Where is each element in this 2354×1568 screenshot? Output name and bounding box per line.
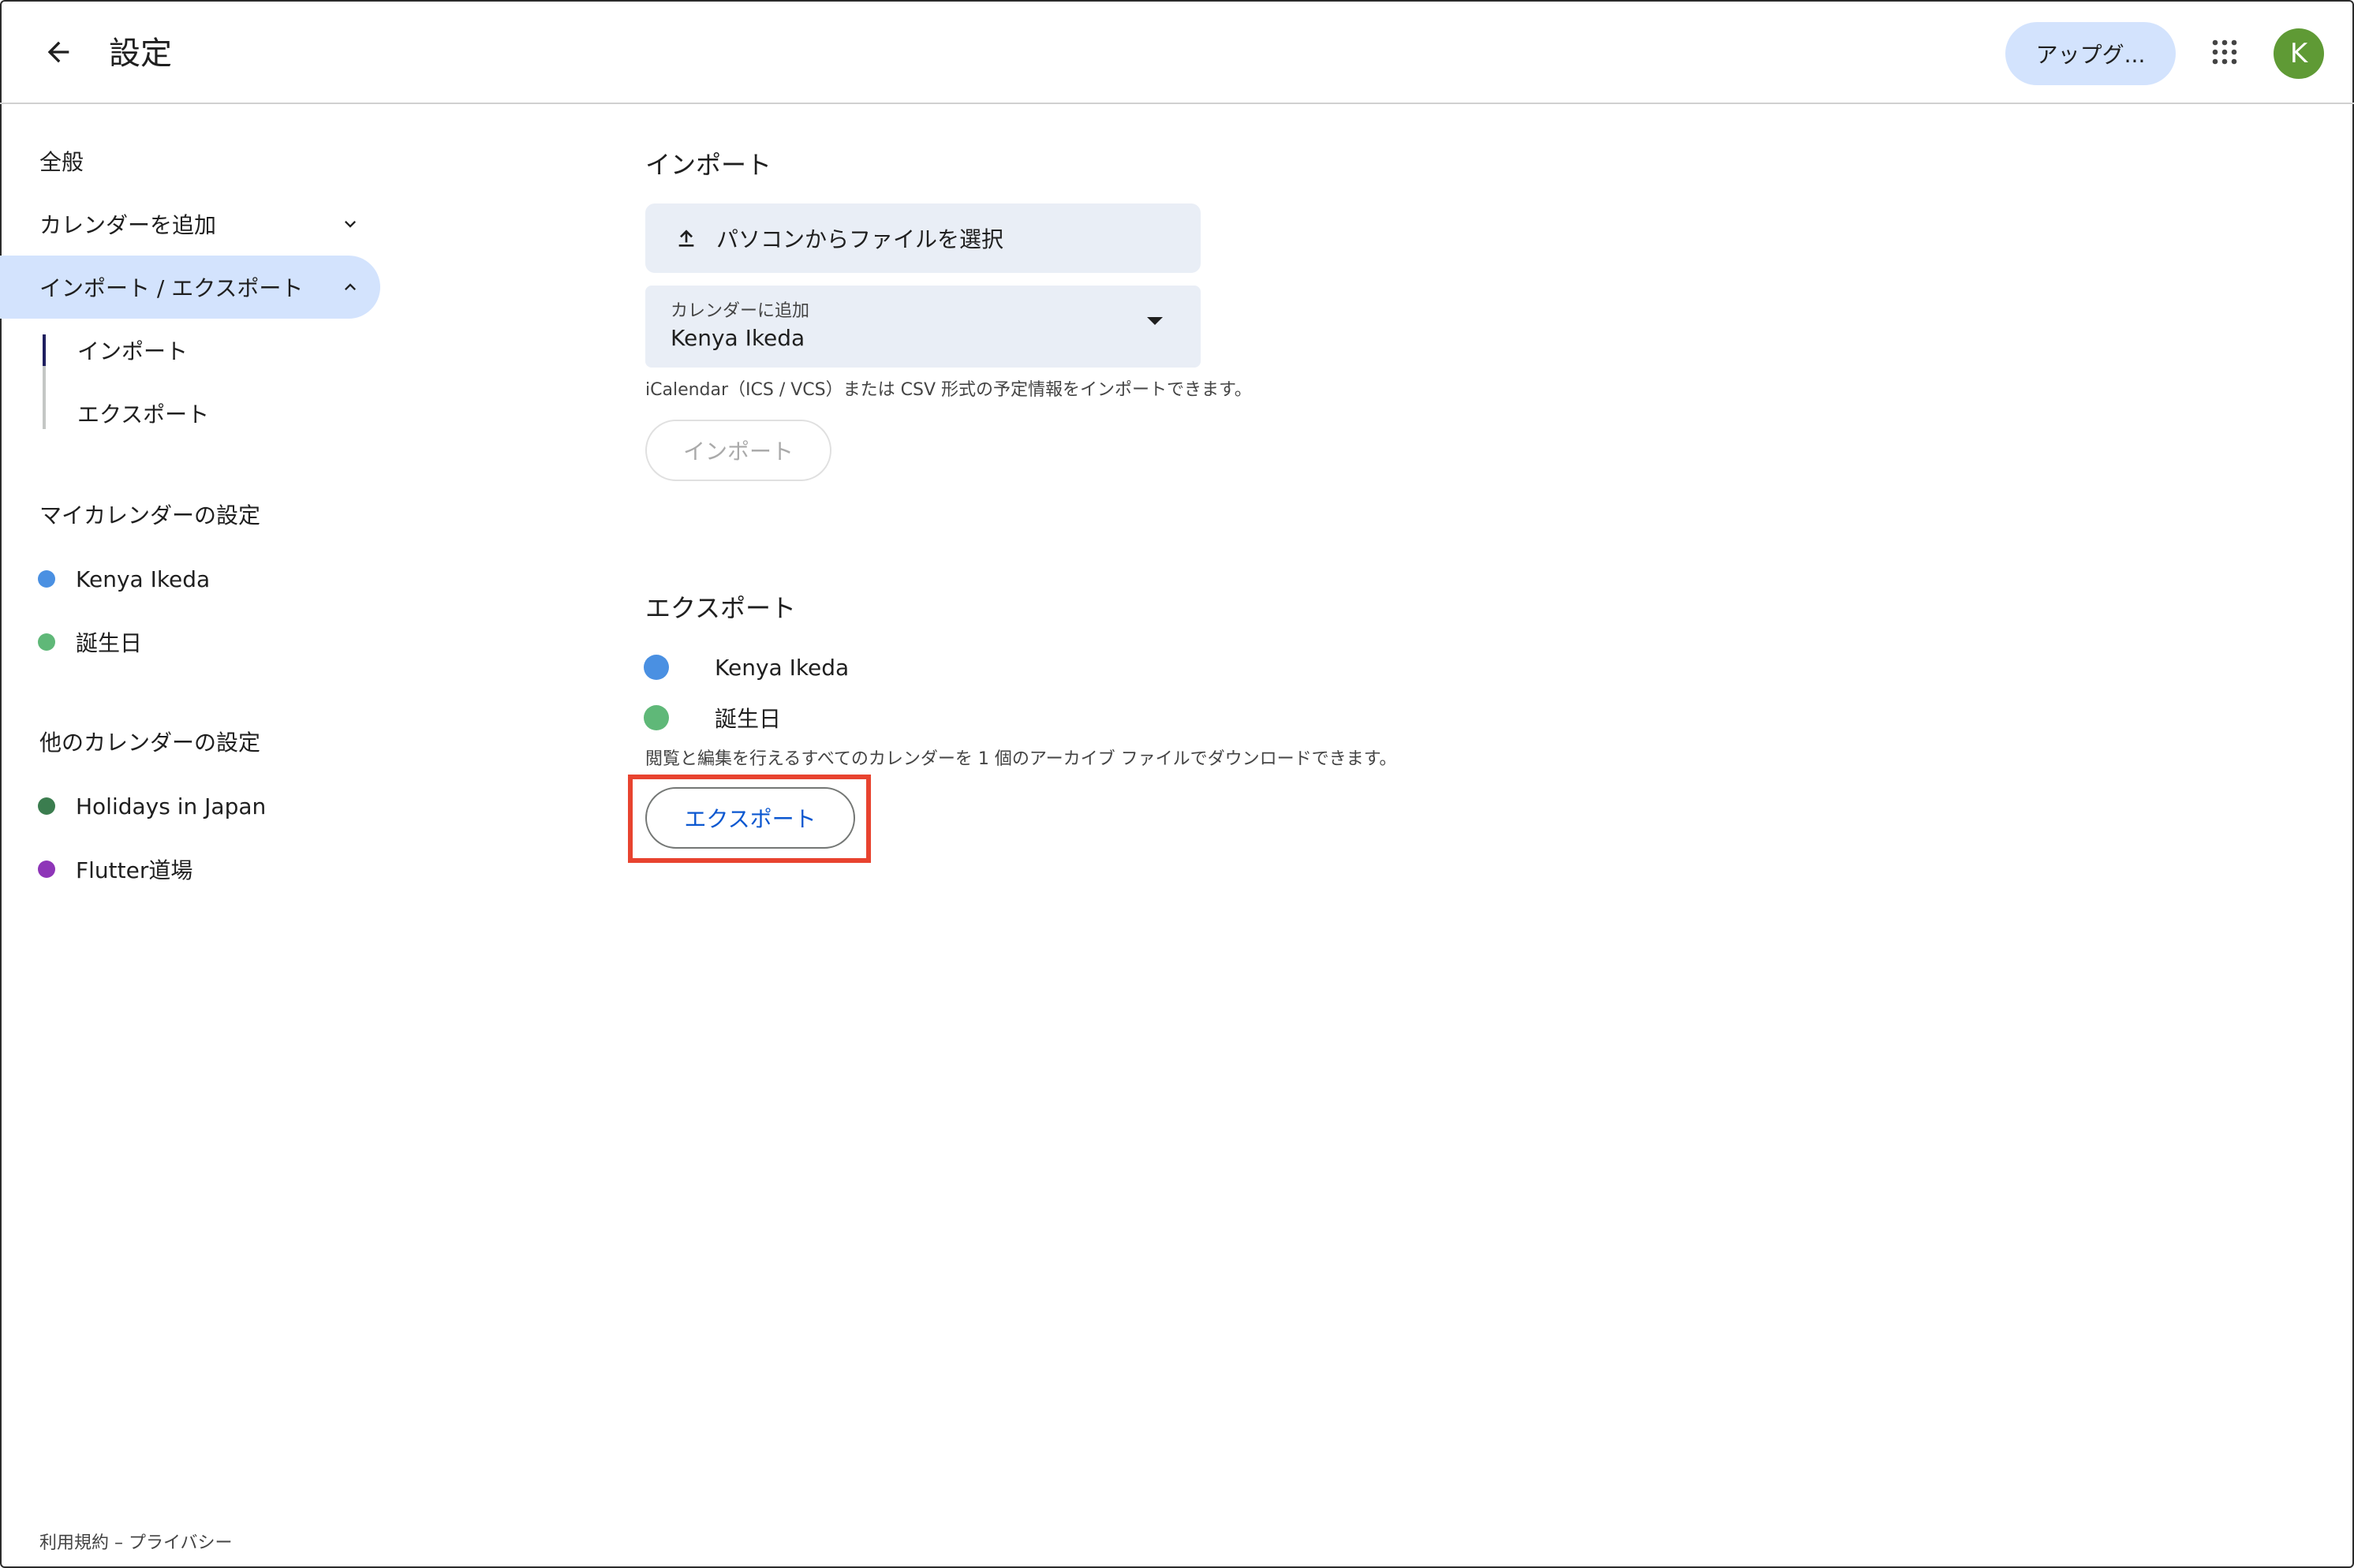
export-button[interactable]: エクスポート xyxy=(645,787,855,849)
sidebar: 全般 カレンダーを追加 インポート / エクスポート インポート エクスポート … xyxy=(0,104,426,1568)
calendar-color-dot xyxy=(38,633,55,651)
select-label: カレンダーに追加 xyxy=(671,301,810,321)
apps-button[interactable] xyxy=(2201,30,2248,77)
sidebar-calendar-birthdays[interactable]: 誕生日 xyxy=(38,618,142,666)
calendar-color-dot xyxy=(38,797,55,815)
sidebar-item-label: エクスポート xyxy=(77,401,210,427)
back-button[interactable] xyxy=(35,30,82,77)
calendar-label: 誕生日 xyxy=(76,630,143,656)
calendar-label: Kenya Ikeda xyxy=(715,654,850,681)
calendar-color-dot xyxy=(644,705,669,730)
sidebar-item-general[interactable]: 全般 xyxy=(0,129,380,192)
dropdown-arrow-icon xyxy=(1147,317,1163,325)
select-value: Kenya Ikeda xyxy=(671,325,805,351)
chevron-up-icon xyxy=(334,271,366,303)
export-hint: 閲覧と編集を行えるすべてのカレンダーを 1 個のアーカイブ ファイルでダウンロー… xyxy=(645,749,1397,769)
sidebar-calendar-kenya-ikeda[interactable]: Kenya Ikeda xyxy=(38,555,210,603)
my-calendars-title: マイカレンダーの設定 xyxy=(39,502,261,528)
sidebar-item-add-calendar[interactable]: カレンダーを追加 xyxy=(0,192,380,256)
calendar-color-dot xyxy=(38,861,55,878)
sidebar-item-label: インポート xyxy=(77,338,189,364)
add-to-calendar-select[interactable]: カレンダーに追加 Kenya Ikeda xyxy=(645,286,1201,368)
calendar-label: Kenya Ikeda xyxy=(76,566,211,592)
export-calendar-kenya-ikeda: Kenya Ikeda xyxy=(644,645,849,689)
chevron-down-icon xyxy=(334,208,366,240)
sidebar-calendar-flutter-dojo[interactable]: Flutter道場 xyxy=(38,846,192,893)
sidebar-item-label: 全般 xyxy=(39,149,84,175)
calendar-color-dot xyxy=(644,655,669,680)
sidebar-item-label: インポート / エクスポート xyxy=(39,275,304,301)
import-section-title: インポート xyxy=(645,150,772,180)
header: 設定 アップグ... K xyxy=(0,0,2354,104)
avatar[interactable]: K xyxy=(2274,28,2324,79)
select-file-button[interactable]: パソコンからファイルを選択 xyxy=(645,203,1201,273)
import-hint: iCalendar（ICS / VCS）または CSV 形式の予定情報をインポー… xyxy=(645,380,1252,400)
upgrade-button[interactable]: アップグ... xyxy=(2005,22,2176,85)
calendar-color-dot xyxy=(38,570,55,588)
select-file-label: パソコンからファイルを選択 xyxy=(716,226,1004,252)
calendar-label: Flutter道場 xyxy=(76,857,193,883)
sidebar-subitem-export[interactable]: エクスポート xyxy=(43,382,358,445)
sidebar-item-import-export[interactable]: インポート / エクスポート xyxy=(0,256,380,319)
import-button[interactable]: インポート xyxy=(645,420,831,481)
sidebar-subitem-import[interactable]: インポート xyxy=(43,319,358,382)
calendar-label: 誕生日 xyxy=(715,706,782,732)
page-title: 設定 xyxy=(109,35,172,72)
apps-grid-icon xyxy=(2210,38,2239,69)
footer-links[interactable]: 利用規約 – プライバシー xyxy=(39,1529,233,1554)
sidebar-item-label: カレンダーを追加 xyxy=(39,212,217,238)
export-calendar-birthdays: 誕生日 xyxy=(644,696,781,740)
calendar-label: Holidays in Japan xyxy=(76,793,267,819)
export-section-title: エクスポート xyxy=(645,593,797,623)
other-calendars-title: 他のカレンダーの設定 xyxy=(39,730,261,756)
arrow-back-icon xyxy=(43,36,74,71)
sidebar-calendar-holidays-japan[interactable]: Holidays in Japan xyxy=(38,782,266,830)
upload-icon xyxy=(674,226,699,251)
